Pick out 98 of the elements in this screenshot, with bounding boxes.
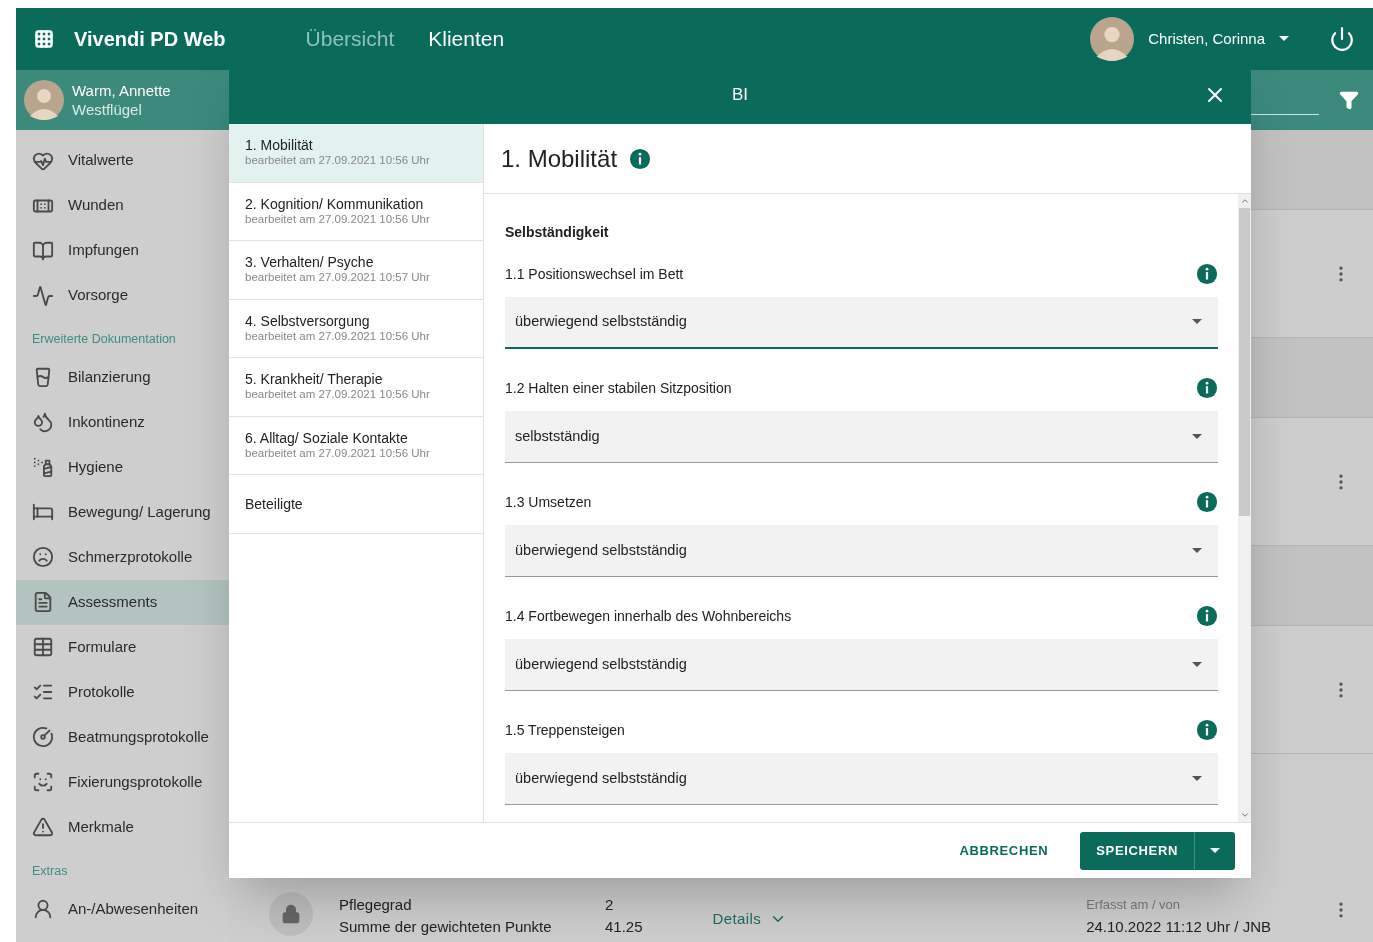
sidebar-item[interactable]: Merkmale	[16, 804, 229, 850]
field-value: 2	[605, 895, 614, 915]
menu-icon	[32, 411, 54, 434]
section-date: bearbeitet am 27.09.2021 10:56 Uhr	[245, 387, 431, 403]
section-item[interactable]: 5. Krankheit/ Therapie bearbeitet am 27.09.2021 10:56 Uhr	[229, 358, 483, 417]
sidebar-item[interactable]: Assessments	[16, 579, 229, 625]
user-name[interactable]: Christen, Corinna	[1148, 27, 1265, 51]
section-item[interactable]: 6. Alltag/ Soziale Kontakte bearbeitet am 27.09.2021 10:56 Uhr	[229, 416, 483, 475]
section-date: bearbeitet am 27.09.2021 10:56 Uhr	[245, 212, 431, 227]
info-icon[interactable]	[1196, 263, 1218, 285]
group-heading: Selbständigkeit	[505, 223, 610, 242]
section-item[interactable]: 2. Kognition/ Kommunikation bearbeitet am 27.09.2021 10:56 Uhr	[229, 182, 483, 241]
sidebar-item[interactable]: Hygiene	[16, 444, 229, 490]
select-field[interactable]: überwiegend selbstständig	[505, 753, 1218, 805]
menu-icon	[32, 284, 54, 307]
info-icon[interactable]	[1196, 719, 1218, 741]
meta-value: 24.10.2022 11:12 Uhr / JNB	[1086, 917, 1271, 937]
menu-icon	[32, 771, 54, 794]
section-title: 6. Alltag/ Soziale Kontakte	[245, 429, 409, 446]
menu-icon	[32, 546, 54, 569]
menu-icon	[32, 898, 54, 920]
menu-icon	[32, 816, 54, 839]
section-item[interactable]: 1. Mobilität bearbeitet am 27.09.2021 10:56 Uhr	[229, 124, 483, 183]
section-title: 3. Verhalten/ Psyche	[245, 254, 375, 271]
sidebar-item[interactable]: Vitalwerte	[16, 138, 229, 183]
info-icon[interactable]	[1196, 605, 1218, 627]
menu-icon	[32, 456, 54, 479]
caret-icon	[1192, 775, 1202, 782]
sidebar-item[interactable]: Vorsorge	[16, 273, 229, 318]
menu-icon	[32, 636, 54, 659]
section-heading: Extras	[31, 862, 69, 880]
section-date: bearbeitet am 27.09.2021 10:56 Uhr	[245, 329, 431, 344]
sidebar-item[interactable]: Wunden	[16, 183, 229, 228]
lock-icon	[281, 904, 301, 924]
meta-label: Erfasst am / von	[1086, 896, 1182, 914]
field-label: Pflegegrad	[339, 895, 413, 915]
section-item[interactable]: 4. Selbstversorgung bearbeitet am 27.09.2021 10:56 Uhr	[229, 299, 483, 358]
section-date: bearbeitet am 27.09.2021 10:56 Uhr	[245, 446, 431, 461]
filter-icon[interactable]	[1339, 90, 1359, 110]
field-label: Summe der gewichteten Punkte	[339, 917, 553, 937]
sidebar-item[interactable]: Beatmungsprotokolle	[16, 714, 229, 760]
section-title: 5. Krankheit/ Therapie	[245, 371, 384, 388]
caret-icon	[1192, 661, 1202, 668]
section-heading: Erweiterte Dokumentation	[31, 331, 177, 348]
question-label: 1.3 Umsetzen	[505, 492, 592, 512]
avatar-icon	[24, 80, 64, 120]
scroll-down-icon[interactable]	[1239, 810, 1250, 820]
info-icon[interactable]	[629, 147, 652, 170]
caret-icon	[1192, 319, 1202, 325]
question-label: 1.1 Positionswechsel im Bett	[505, 264, 684, 284]
info-icon[interactable]	[1196, 491, 1218, 513]
sidebar-item[interactable]: Inkontinenz	[16, 399, 229, 445]
menu-icon	[32, 726, 54, 749]
section-title: 1. Mobilität	[245, 137, 314, 154]
sidebar-item[interactable]: An-/Abwesenheiten	[16, 886, 229, 932]
client-unit: Westflügel	[72, 100, 143, 119]
nav-tab[interactable]: Klienten	[428, 23, 505, 55]
section-title: 2. Kognition/ Kommunikation	[245, 195, 425, 212]
select-field[interactable]: überwiegend selbstständig	[505, 297, 1218, 349]
content-heading: 1. Mobilität	[501, 143, 618, 174]
menu-icon	[32, 239, 54, 262]
section-date: bearbeitet am 27.09.2021 10:56 Uhr	[245, 153, 431, 169]
caret-icon	[1192, 433, 1202, 440]
question-label: 1.4 Fortbewegen innerhalb des Wohnbereichs	[505, 606, 792, 626]
section-item[interactable]: Beteiligte	[229, 475, 483, 534]
sidebar-item[interactable]: Bilanzierung	[16, 354, 229, 400]
apps-menu-icon[interactable]	[34, 29, 54, 49]
client-name: Warm, Annette	[72, 81, 171, 100]
question-label: 1.5 Treppensteigen	[505, 720, 625, 740]
select-field[interactable]: überwiegend selbstständig	[505, 639, 1218, 691]
cancel-button[interactable]: ABBRECHEN	[959, 840, 1049, 861]
select-field[interactable]: selbstständig	[505, 411, 1218, 463]
menu-icon	[32, 591, 54, 614]
scrollbar[interactable]	[1238, 194, 1251, 822]
details-link[interactable]: Details	[712, 907, 762, 930]
scroll-thumb[interactable]	[1239, 208, 1250, 516]
sidebar-item[interactable]: Impfungen	[16, 228, 229, 273]
save-button[interactable]: SPEICHERN	[1080, 831, 1195, 870]
avatar-icon	[1090, 17, 1135, 61]
app-title: Vivendi PD Web	[74, 27, 226, 52]
sidebar-item[interactable]: Bewegung/ Lagerung	[16, 489, 229, 535]
section-title: Beteiligte	[245, 495, 304, 512]
sidebar-item[interactable]: Protokolle	[16, 669, 229, 715]
section-title: 4. Selbstversorgung	[245, 312, 371, 329]
logout-icon[interactable]	[1329, 26, 1355, 52]
section-item[interactable]: 3. Verhalten/ Psyche bearbeitet am 27.09.2021 10:57 Uhr	[229, 241, 483, 300]
sidebar-item[interactable]: Fixierungsprotokolle	[16, 759, 229, 805]
caret-icon[interactable]	[1279, 36, 1289, 42]
question-label: 1.2 Halten einer stabilen Sitzposition	[505, 378, 732, 398]
select-field[interactable]: überwiegend selbstständig	[505, 525, 1218, 577]
field-value: 41.25	[605, 917, 643, 937]
section-date: bearbeitet am 27.09.2021 10:57 Uhr	[245, 270, 431, 286]
caret-icon	[1210, 847, 1220, 854]
info-icon[interactable]	[1196, 377, 1218, 399]
sidebar-item[interactable]: Schmerzprotokolle	[16, 534, 229, 580]
dialog-title: BI	[731, 84, 749, 107]
scroll-up-icon[interactable]	[1239, 196, 1250, 206]
sidebar-item[interactable]: Formulare	[16, 624, 229, 670]
